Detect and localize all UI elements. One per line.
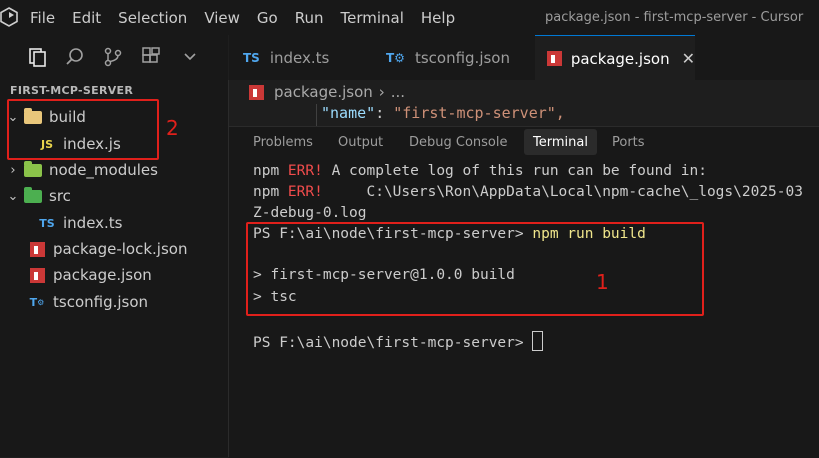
panel-tab-output[interactable]: Output	[338, 127, 383, 157]
terminal-prompt-line[interactable]: PS F:\ai\node\first-mcp-server>	[253, 331, 544, 351]
tsconfig-file-icon: T⚙	[386, 50, 405, 65]
terminal-text: C:\Users\Ron\AppData\Local\npm-cache\_lo…	[322, 184, 803, 200]
panel-tab-problems[interactable]: Problems	[253, 127, 313, 157]
npm-file-icon	[28, 241, 46, 257]
typescript-file-icon: TS	[39, 216, 55, 230]
menu-run[interactable]: Run	[295, 9, 324, 27]
tab-label: index.ts	[269, 48, 330, 67]
typescript-file-icon: TS	[243, 50, 260, 65]
tab-package-json[interactable]: package.json ✕	[535, 35, 695, 81]
terminal-cursor	[532, 331, 544, 351]
npm-file-icon	[28, 267, 46, 283]
tree-item-label: package.json	[53, 266, 152, 284]
explorer-title: FIRST-MCP-SERVER	[10, 84, 134, 97]
tree-item-label: src	[49, 187, 71, 205]
chevron-down-icon: ⌄	[7, 188, 19, 204]
terminal-error-text: ERR!	[287, 184, 323, 200]
search-icon[interactable]	[64, 46, 86, 68]
window-title: package.json - first-mcp-server - Cursor	[545, 10, 804, 25]
menu-edit[interactable]: Edit	[72, 9, 101, 27]
panel-tab-ports[interactable]: Ports	[612, 127, 645, 157]
source-control-icon[interactable]	[102, 46, 124, 68]
breadcrumb-rest[interactable]: ...	[391, 83, 405, 101]
tree-item-index-ts[interactable]: TS index.ts	[0, 210, 228, 236]
src-folder-icon	[24, 186, 42, 204]
terminal-line: Z-debug-0.log	[253, 205, 367, 221]
annotation-box-1	[246, 222, 704, 316]
tree-item-label: package-lock.json	[53, 240, 188, 258]
npm-file-icon	[547, 51, 563, 67]
cursor-logo-icon	[0, 7, 18, 27]
tree-item-tsconfig-json[interactable]: T ⚙ tsconfig.json	[0, 289, 228, 315]
annotation-label-1: 1	[596, 270, 609, 294]
tree-item-package-lock-json[interactable]: package-lock.json	[0, 236, 228, 262]
tree-item-package-json[interactable]: package.json	[0, 262, 228, 288]
tab-label: tsconfig.json	[414, 48, 510, 67]
tab-tsconfig-json[interactable]: T⚙ tsconfig.json	[372, 35, 532, 80]
menu-go[interactable]: Go	[257, 9, 278, 27]
menu-bar: File Edit Selection View Go Run Terminal…	[30, 0, 472, 35]
menu-terminal[interactable]: Terminal	[341, 9, 404, 27]
panel-tab-debug-console[interactable]: Debug Console	[409, 127, 508, 157]
menu-selection[interactable]: Selection	[118, 9, 187, 27]
explorer-icon[interactable]	[26, 46, 48, 68]
terminal-line: npm ERR! A complete log of this run can …	[253, 163, 707, 179]
node-folder-icon	[24, 160, 42, 178]
terminal-prompt: PS F:\ai\node\first-mcp-server>	[253, 335, 533, 351]
annotation-box-2	[7, 99, 159, 160]
menu-file[interactable]: File	[30, 9, 55, 27]
tree-item-label: index.ts	[63, 214, 123, 232]
json-value: "first-mcp-server",	[393, 104, 565, 122]
breadcrumb: package.json › ...	[229, 80, 819, 104]
terminal-text: npm	[253, 163, 288, 179]
tree-item-node-modules[interactable]: › node_modules	[0, 157, 228, 183]
breadcrumb-separator: ›	[378, 83, 385, 101]
npm-file-icon	[247, 84, 265, 100]
json-colon: :	[375, 104, 394, 122]
annotation-label-2: 2	[166, 116, 179, 140]
tree-item-label: node_modules	[49, 161, 158, 179]
terminal-text: npm	[253, 184, 288, 200]
code-line: "name": "first-mcp-server",	[229, 104, 819, 126]
breadcrumb-file[interactable]: package.json	[274, 83, 373, 101]
close-icon[interactable]: ✕	[682, 49, 695, 68]
tree-item-label: tsconfig.json	[53, 293, 149, 311]
tab-index-ts[interactable]: TS index.ts	[229, 35, 369, 80]
chevron-down-icon[interactable]	[179, 46, 201, 68]
panel-tab-terminal[interactable]: Terminal	[524, 129, 597, 155]
terminal-line: npm ERR! C:\Users\Ron\AppData\Local\npm-…	[253, 184, 803, 200]
tab-label: package.json	[570, 49, 670, 68]
menu-view[interactable]: View	[204, 9, 240, 27]
chevron-right-icon: ›	[10, 162, 16, 178]
json-key: "name"	[321, 104, 376, 122]
terminal-text: A complete log of this run can be found …	[322, 163, 707, 179]
terminal-error-text: ERR!	[287, 163, 323, 179]
tree-item-src[interactable]: ⌄ src	[0, 183, 228, 209]
tsconfig-file-icon: T⚙	[29, 295, 45, 309]
menu-help[interactable]: Help	[421, 9, 455, 27]
extensions-icon[interactable]	[140, 46, 162, 68]
